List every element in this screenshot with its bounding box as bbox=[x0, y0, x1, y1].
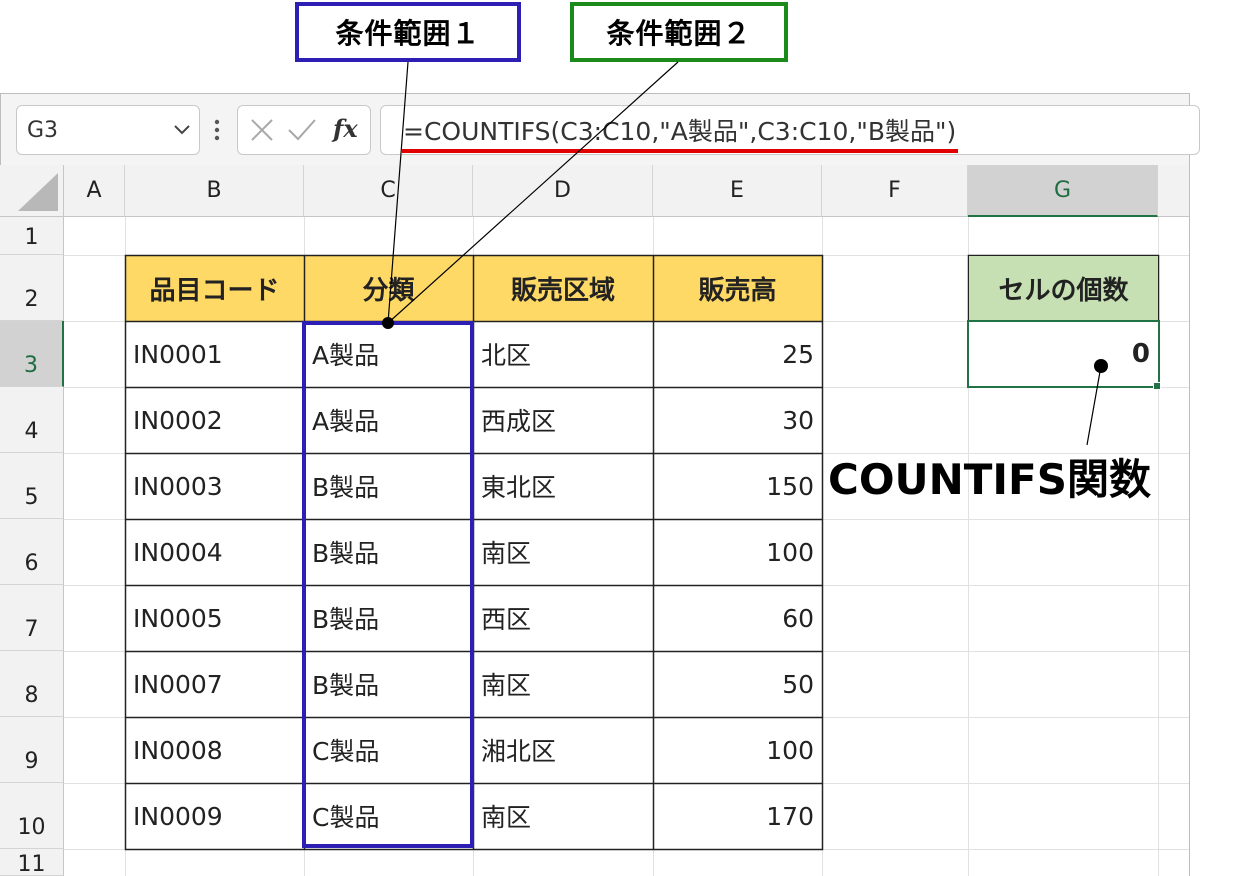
annotation-leaders bbox=[382, 61, 1108, 446]
function-name-label: COUNTIFS関数 bbox=[828, 446, 1151, 507]
function-name-text: COUNTIFS関数 bbox=[828, 455, 1151, 504]
